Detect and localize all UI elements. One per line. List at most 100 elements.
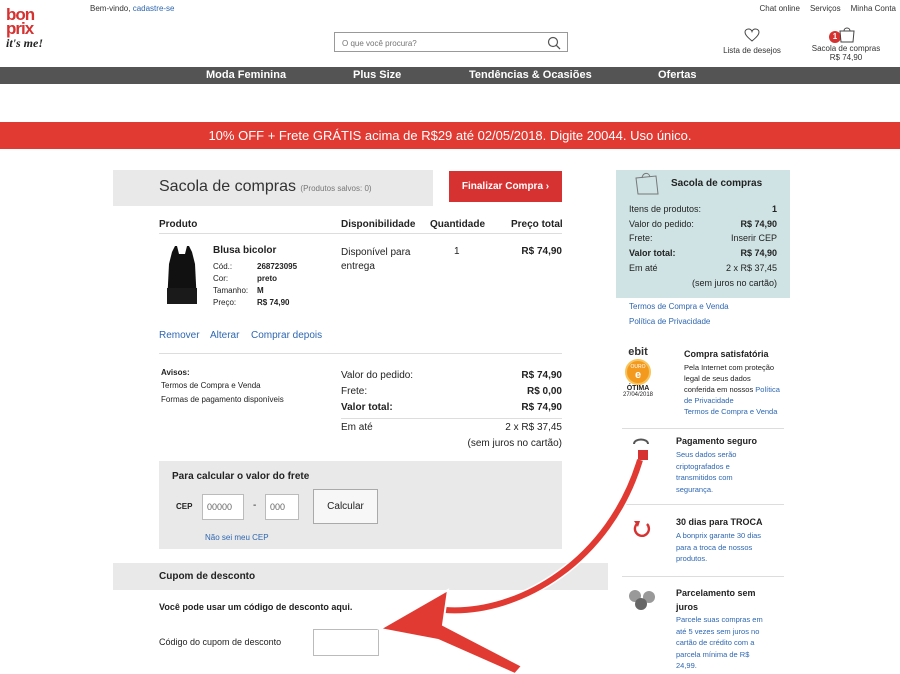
returns-text[interactable]: A bonprix garante 30 dias para a troca d…: [676, 530, 761, 565]
color-value: preto: [257, 274, 277, 283]
installment-title-line: Parcelamento sem: [676, 588, 756, 598]
secure-text[interactable]: Seus dados serão criptografados e transm…: [676, 449, 736, 495]
total-label: Valor total:: [341, 402, 393, 413]
code-value: 268723095: [257, 262, 298, 271]
returns-line: A bonprix garante 30 dias: [676, 531, 762, 540]
items-label: Itens de produtos:: [629, 204, 702, 214]
checkout-button[interactable]: Finalizar Compra ›: [449, 171, 562, 202]
order-summary: Valor do pedido: R$ 74,90 Frete: R$ 0,00 V…: [341, 368, 562, 416]
signup-link[interactable]: cadastre-se: [133, 4, 175, 13]
divider: [159, 353, 562, 354]
insert-cep-link[interactable]: Inserir CEP: [731, 233, 777, 243]
bag-label: Sacola de compras: [811, 44, 881, 53]
code-label: Cód.:: [213, 262, 233, 271]
ebit-line: conferida em nossos: [684, 385, 754, 394]
installment-line: cartão de crédito com a: [676, 638, 755, 647]
returns-title: 30 dias para TROCA: [676, 517, 763, 527]
order-value-label: Valor do pedido:: [341, 370, 414, 381]
chat-online-link[interactable]: Chat online: [759, 4, 799, 13]
ebit-privacy-link[interactable]: Política: [755, 385, 780, 394]
installments-note: (sem juros no cartão): [467, 438, 562, 449]
bag-price: R$ 74,90: [829, 53, 863, 63]
installments-note: (sem juros no cartão): [691, 278, 777, 288]
nav-plus-size[interactable]: Plus Size: [353, 69, 401, 81]
col-product: Produto: [159, 219, 198, 230]
cep-suffix-input[interactable]: 000: [265, 494, 299, 520]
search-input[interactable]: [335, 34, 535, 53]
buy-later-link[interactable]: Comprar depois: [251, 330, 322, 341]
col-quantity: Quantidade: [430, 219, 486, 230]
nav-moda-feminina[interactable]: Moda Feminina: [206, 69, 286, 81]
sidebar-privacy-link[interactable]: Política de Privacidade: [629, 316, 710, 328]
wishlist-link[interactable]: Lista de desejos: [716, 28, 788, 55]
promo-banner[interactable]: 10% OFF + Frete GRÁTIS acima de R$29 até…: [0, 122, 900, 149]
secure-line: criptografados e: [676, 461, 730, 471]
cep-label: CEP: [176, 502, 193, 511]
installments-value: 2 x R$ 37,45: [505, 422, 562, 433]
sidebar-title: Sacola de compras: [671, 178, 763, 189]
services-link[interactable]: Serviços: [810, 4, 841, 13]
ebit-date: 27/04/2018: [622, 392, 654, 398]
ebit-terms-link[interactable]: Termos de Compra e Venda: [684, 406, 780, 417]
logo-prix: prix: [6, 19, 34, 38]
returns-line: produtos.: [676, 554, 708, 563]
color-label: Cor:: [213, 274, 229, 283]
col-availability: Disponibilidade: [341, 219, 416, 230]
installment-text[interactable]: Parcele suas compras em até 5 vezes sem …: [676, 614, 763, 672]
sidebar-row: Valor total: R$ 74,90: [629, 248, 777, 258]
shipping-calc-title: Para calcular o valor do frete: [172, 471, 310, 482]
total-label: Valor total:: [629, 248, 676, 258]
payment-methods-link[interactable]: Formas de pagamento disponíveis: [161, 395, 284, 404]
sidebar-row: Frete: Inserir CEP: [629, 233, 777, 243]
shopping-bag-icon: [839, 27, 855, 43]
line-total: R$ 74,90: [521, 246, 562, 257]
my-account-link[interactable]: Minha Conta: [851, 4, 896, 13]
heart-icon: [744, 28, 760, 42]
coins-icon: [629, 590, 655, 610]
col-total: Preço total: [511, 219, 563, 230]
ebit-badge[interactable]: ebit OURO e ÓTIMA 27/04/2018: [616, 346, 660, 412]
cep-prefix-input[interactable]: 00000: [202, 494, 244, 520]
coupon-hint: Você pode usar um código de desconto aqu…: [159, 602, 353, 612]
product-image[interactable]: [163, 244, 201, 308]
ebit-line: Pela Internet com proteção: [684, 363, 775, 372]
installments-value: 2 x R$ 37,45: [725, 263, 777, 273]
calculate-button[interactable]: Calcular: [313, 489, 378, 524]
secure-line: Seus dados serão: [676, 450, 737, 459]
product-attrs: Cód.: 268723095 Cor: preto Tamanho: M Preço…: [213, 261, 297, 309]
items-value: 1: [771, 204, 777, 214]
remove-link[interactable]: Remover: [159, 330, 200, 341]
total-value: R$ 74,90: [740, 248, 777, 258]
installments-label: Em até: [341, 422, 373, 433]
secure-line: segurança.: [676, 484, 714, 494]
ebit-rating: ÓTIMA: [626, 385, 650, 392]
bag-icon-wrap: 1: [804, 26, 888, 44]
nav-ofertas[interactable]: Ofertas: [658, 69, 697, 81]
shipping-label: Frete:: [341, 386, 368, 397]
dont-know-cep-link[interactable]: Não sei meu CEP: [205, 533, 269, 542]
sidebar-row: Em até 2 x R$ 37,45: [629, 263, 777, 273]
ebit-title: Compra satisfatória: [684, 349, 769, 359]
sidebar-terms-link[interactable]: Termos de Compra e Venda: [629, 301, 729, 313]
divider: [341, 418, 562, 419]
saved-products[interactable]: (Produtos salvos: 0): [300, 184, 371, 193]
size-value: M: [257, 286, 264, 295]
return-arrow-icon: [633, 521, 651, 537]
quantity-value[interactable]: 1: [454, 246, 460, 257]
divider: [622, 576, 784, 577]
ebit-privacy-link-cont[interactable]: de Privacidade: [684, 395, 780, 406]
edit-link[interactable]: Alterar: [210, 330, 239, 341]
bonprix-logo[interactable]: bon prix it's me!: [6, 6, 62, 60]
product-name[interactable]: Blusa bicolor: [213, 245, 276, 256]
order-value: R$ 74,90: [740, 219, 777, 229]
divider: [159, 233, 562, 234]
search-box: [334, 32, 568, 53]
ebit-text: Pela Internet com proteção legal de seus…: [684, 362, 780, 417]
terms-link[interactable]: Termos de Compra e Venda: [161, 381, 261, 390]
coupon-code-input[interactable]: [313, 629, 379, 656]
header-bag[interactable]: 1 Sacola de compras R$ 74,90: [804, 26, 888, 62]
nav-tendencias[interactable]: Tendências & Ocasiões: [469, 69, 592, 81]
divider: [622, 428, 784, 429]
notices-title: Avisos:: [161, 368, 190, 377]
search-icon[interactable]: [547, 36, 561, 50]
